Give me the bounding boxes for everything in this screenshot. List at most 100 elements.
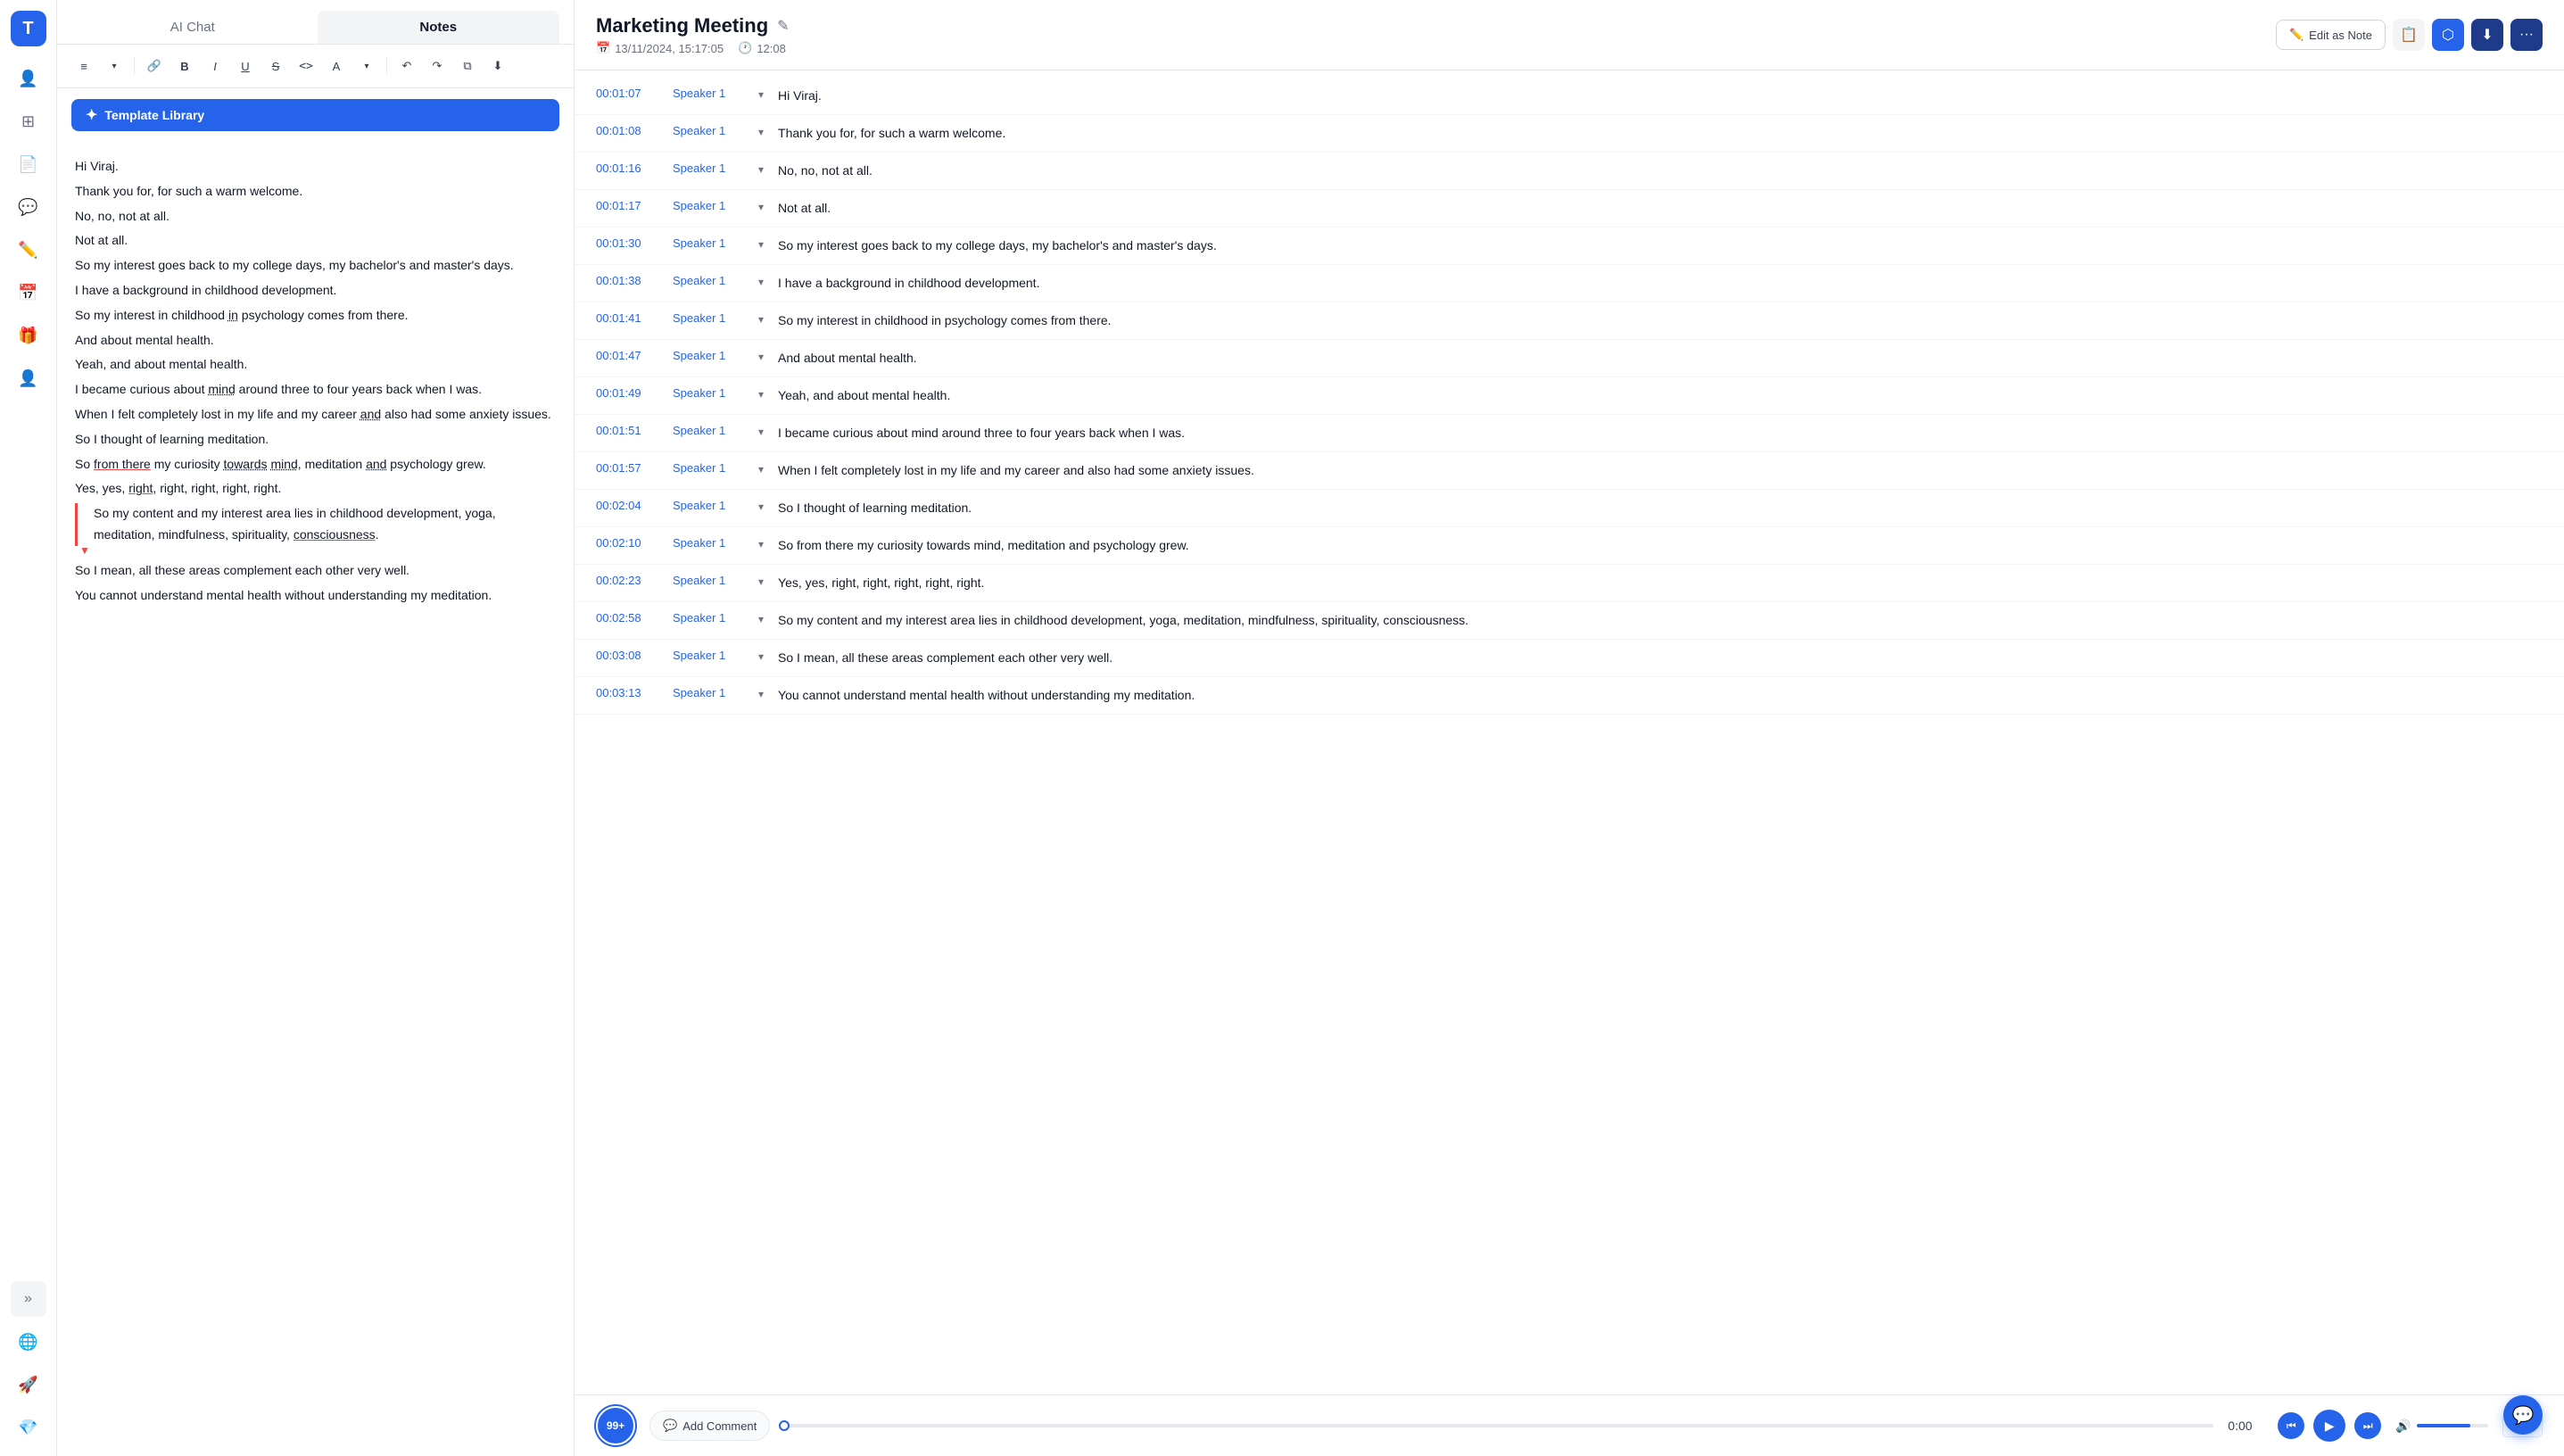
ts-chevron-10[interactable]: ▾ bbox=[758, 463, 764, 476]
ts-time-15[interactable]: 00:03:08 bbox=[596, 649, 658, 662]
ts-chevron-5[interactable]: ▾ bbox=[758, 276, 764, 288]
toolbar-font-color-btn[interactable]: A bbox=[324, 54, 349, 79]
toolbar-underline-btn[interactable]: U bbox=[233, 54, 258, 79]
share-btn[interactable]: ⬡ bbox=[2432, 19, 2464, 51]
toolbar-font-dropdown-btn[interactable]: ▾ bbox=[354, 54, 379, 79]
ts-time-0[interactable]: 00:01:07 bbox=[596, 87, 658, 100]
ts-chevron-16[interactable]: ▾ bbox=[758, 688, 764, 700]
ts-speaker-7[interactable]: Speaker 1 bbox=[673, 349, 744, 362]
sidebar-expand-btn[interactable]: » bbox=[11, 1281, 46, 1317]
meeting-title-row: Marketing Meeting ✎ bbox=[596, 14, 790, 37]
toolbar-dropdown-btn[interactable]: ▾ bbox=[102, 54, 127, 79]
ts-time-9[interactable]: 00:01:51 bbox=[596, 424, 658, 437]
ts-time-13[interactable]: 00:02:23 bbox=[596, 574, 658, 587]
editor-area[interactable]: Hi Viraj. Thank you for, for such a warm… bbox=[57, 142, 574, 1456]
ts-speaker-2[interactable]: Speaker 1 bbox=[673, 161, 744, 175]
sidebar-icon-chat[interactable]: 💬 bbox=[11, 189, 46, 225]
ts-chevron-11[interactable]: ▾ bbox=[758, 500, 764, 513]
download-btn[interactable]: ⬇ bbox=[2471, 19, 2503, 51]
ts-chevron-12[interactable]: ▾ bbox=[758, 538, 764, 550]
ts-chevron-4[interactable]: ▾ bbox=[758, 238, 764, 251]
floating-chat-btn[interactable]: 💬 bbox=[2503, 1395, 2543, 1435]
add-comment-btn[interactable]: 💬 Add Comment bbox=[649, 1410, 770, 1441]
ts-speaker-4[interactable]: Speaker 1 bbox=[673, 236, 744, 250]
toolbar-redo-btn[interactable]: ↷ bbox=[425, 54, 450, 79]
ts-chevron-15[interactable]: ▾ bbox=[758, 650, 764, 663]
ts-time-10[interactable]: 00:01:57 bbox=[596, 461, 658, 475]
ts-speaker-11[interactable]: Speaker 1 bbox=[673, 499, 744, 512]
edit-as-note-btn[interactable]: ✏️ Edit as Note bbox=[2276, 20, 2386, 50]
ts-speaker-6[interactable]: Speaker 1 bbox=[673, 311, 744, 325]
ts-speaker-10[interactable]: Speaker 1 bbox=[673, 461, 744, 475]
ts-chevron-13[interactable]: ▾ bbox=[758, 575, 764, 588]
sidebar-icon-calendar[interactable]: 📅 bbox=[11, 275, 46, 310]
ts-text-13: Yes, yes, right, right, right, right, ri… bbox=[778, 574, 2543, 592]
edit-title-icon[interactable]: ✎ bbox=[777, 17, 789, 35]
ts-time-8[interactable]: 00:01:49 bbox=[596, 386, 658, 400]
ts-speaker-14[interactable]: Speaker 1 bbox=[673, 611, 744, 625]
toolbar-link-btn[interactable]: 🔗 bbox=[142, 54, 167, 79]
sidebar: T 👤 ⊞ 📄 💬 ✏️ 📅 🎁 👤 » 🌐 🚀 💎 bbox=[0, 0, 57, 1456]
fast-forward-btn[interactable]: ⏭ bbox=[2354, 1412, 2381, 1439]
ts-time-6[interactable]: 00:01:41 bbox=[596, 311, 658, 325]
ts-speaker-1[interactable]: Speaker 1 bbox=[673, 124, 744, 137]
sidebar-icon-edit[interactable]: ✏️ bbox=[11, 232, 46, 268]
ts-chevron-6[interactable]: ▾ bbox=[758, 313, 764, 326]
ts-chevron-9[interactable]: ▾ bbox=[758, 426, 764, 438]
sidebar-icon-doc[interactable]: 📄 bbox=[11, 146, 46, 182]
toolbar-copy-btn[interactable]: ⧉ bbox=[455, 54, 480, 79]
ts-speaker-16[interactable]: Speaker 1 bbox=[673, 686, 744, 699]
toolbar-list-btn[interactable]: ≡ bbox=[71, 54, 96, 79]
ts-text-6: So my interest in childhood in psycholog… bbox=[778, 311, 2543, 330]
ts-chevron-0[interactable]: ▾ bbox=[758, 88, 764, 101]
ts-speaker-12[interactable]: Speaker 1 bbox=[673, 536, 744, 550]
ts-time-14[interactable]: 00:02:58 bbox=[596, 611, 658, 625]
toolbar-italic-btn[interactable]: I bbox=[203, 54, 227, 79]
ts-chevron-3[interactable]: ▾ bbox=[758, 201, 764, 213]
template-library-btn[interactable]: ✦ Template Library bbox=[71, 99, 559, 131]
ts-time-4[interactable]: 00:01:30 bbox=[596, 236, 658, 250]
ts-speaker-3[interactable]: Speaker 1 bbox=[673, 199, 744, 212]
ts-speaker-13[interactable]: Speaker 1 bbox=[673, 574, 744, 587]
sidebar-icon-grid[interactable]: ⊞ bbox=[11, 103, 46, 139]
sidebar-icon-users[interactable]: 👤 bbox=[11, 61, 46, 96]
toolbar-download-btn[interactable]: ⬇ bbox=[485, 54, 510, 79]
notification-badge[interactable]: 99+ bbox=[596, 1406, 635, 1445]
ts-time-12[interactable]: 00:02:10 bbox=[596, 536, 658, 550]
toolbar-bold-btn[interactable]: B bbox=[172, 54, 197, 79]
ts-speaker-15[interactable]: Speaker 1 bbox=[673, 649, 744, 662]
sidebar-icon-gift[interactable]: 🎁 bbox=[11, 318, 46, 353]
tab-notes[interactable]: Notes bbox=[318, 11, 560, 44]
more-btn[interactable]: ··· bbox=[2510, 19, 2543, 51]
ts-speaker-9[interactable]: Speaker 1 bbox=[673, 424, 744, 437]
sidebar-icon-rocket[interactable]: 🚀 bbox=[11, 1367, 46, 1402]
tab-ai-chat[interactable]: AI Chat bbox=[71, 11, 314, 44]
ts-chevron-1[interactable]: ▾ bbox=[758, 126, 764, 138]
ts-time-7[interactable]: 00:01:47 bbox=[596, 349, 658, 362]
ts-time-11[interactable]: 00:02:04 bbox=[596, 499, 658, 512]
play-pause-btn[interactable]: ▶ bbox=[2313, 1410, 2345, 1442]
ts-speaker-8[interactable]: Speaker 1 bbox=[673, 386, 744, 400]
sidebar-icon-translate[interactable]: 🌐 bbox=[11, 1324, 46, 1360]
ts-chevron-2[interactable]: ▾ bbox=[758, 163, 764, 176]
toolbar-strikethrough-btn[interactable]: S bbox=[263, 54, 288, 79]
ts-time-3[interactable]: 00:01:17 bbox=[596, 199, 658, 212]
sidebar-icon-person[interactable]: 👤 bbox=[11, 360, 46, 396]
ts-time-2[interactable]: 00:01:16 bbox=[596, 161, 658, 175]
ts-time-5[interactable]: 00:01:38 bbox=[596, 274, 658, 287]
ts-chevron-7[interactable]: ▾ bbox=[758, 351, 764, 363]
ts-time-1[interactable]: 00:01:08 bbox=[596, 124, 658, 137]
rewind-btn[interactable]: ⏮ bbox=[2278, 1412, 2304, 1439]
toolbar-undo-btn[interactable]: ↶ bbox=[394, 54, 419, 79]
toolbar-code-btn[interactable]: <> bbox=[294, 54, 318, 79]
ts-speaker-0[interactable]: Speaker 1 bbox=[673, 87, 744, 100]
volume-bar[interactable] bbox=[2417, 1424, 2488, 1427]
ts-speaker-5[interactable]: Speaker 1 bbox=[673, 274, 744, 287]
ts-chevron-8[interactable]: ▾ bbox=[758, 388, 764, 401]
ts-chevron-14[interactable]: ▾ bbox=[758, 613, 764, 625]
doc-icon-btn[interactable]: 📋 bbox=[2393, 19, 2425, 51]
sidebar-icon-diamond[interactable]: 💎 bbox=[11, 1410, 46, 1445]
volume-icon[interactable]: 🔊 bbox=[2395, 1419, 2411, 1434]
progress-bar[interactable] bbox=[784, 1424, 2213, 1427]
ts-time-16[interactable]: 00:03:13 bbox=[596, 686, 658, 699]
